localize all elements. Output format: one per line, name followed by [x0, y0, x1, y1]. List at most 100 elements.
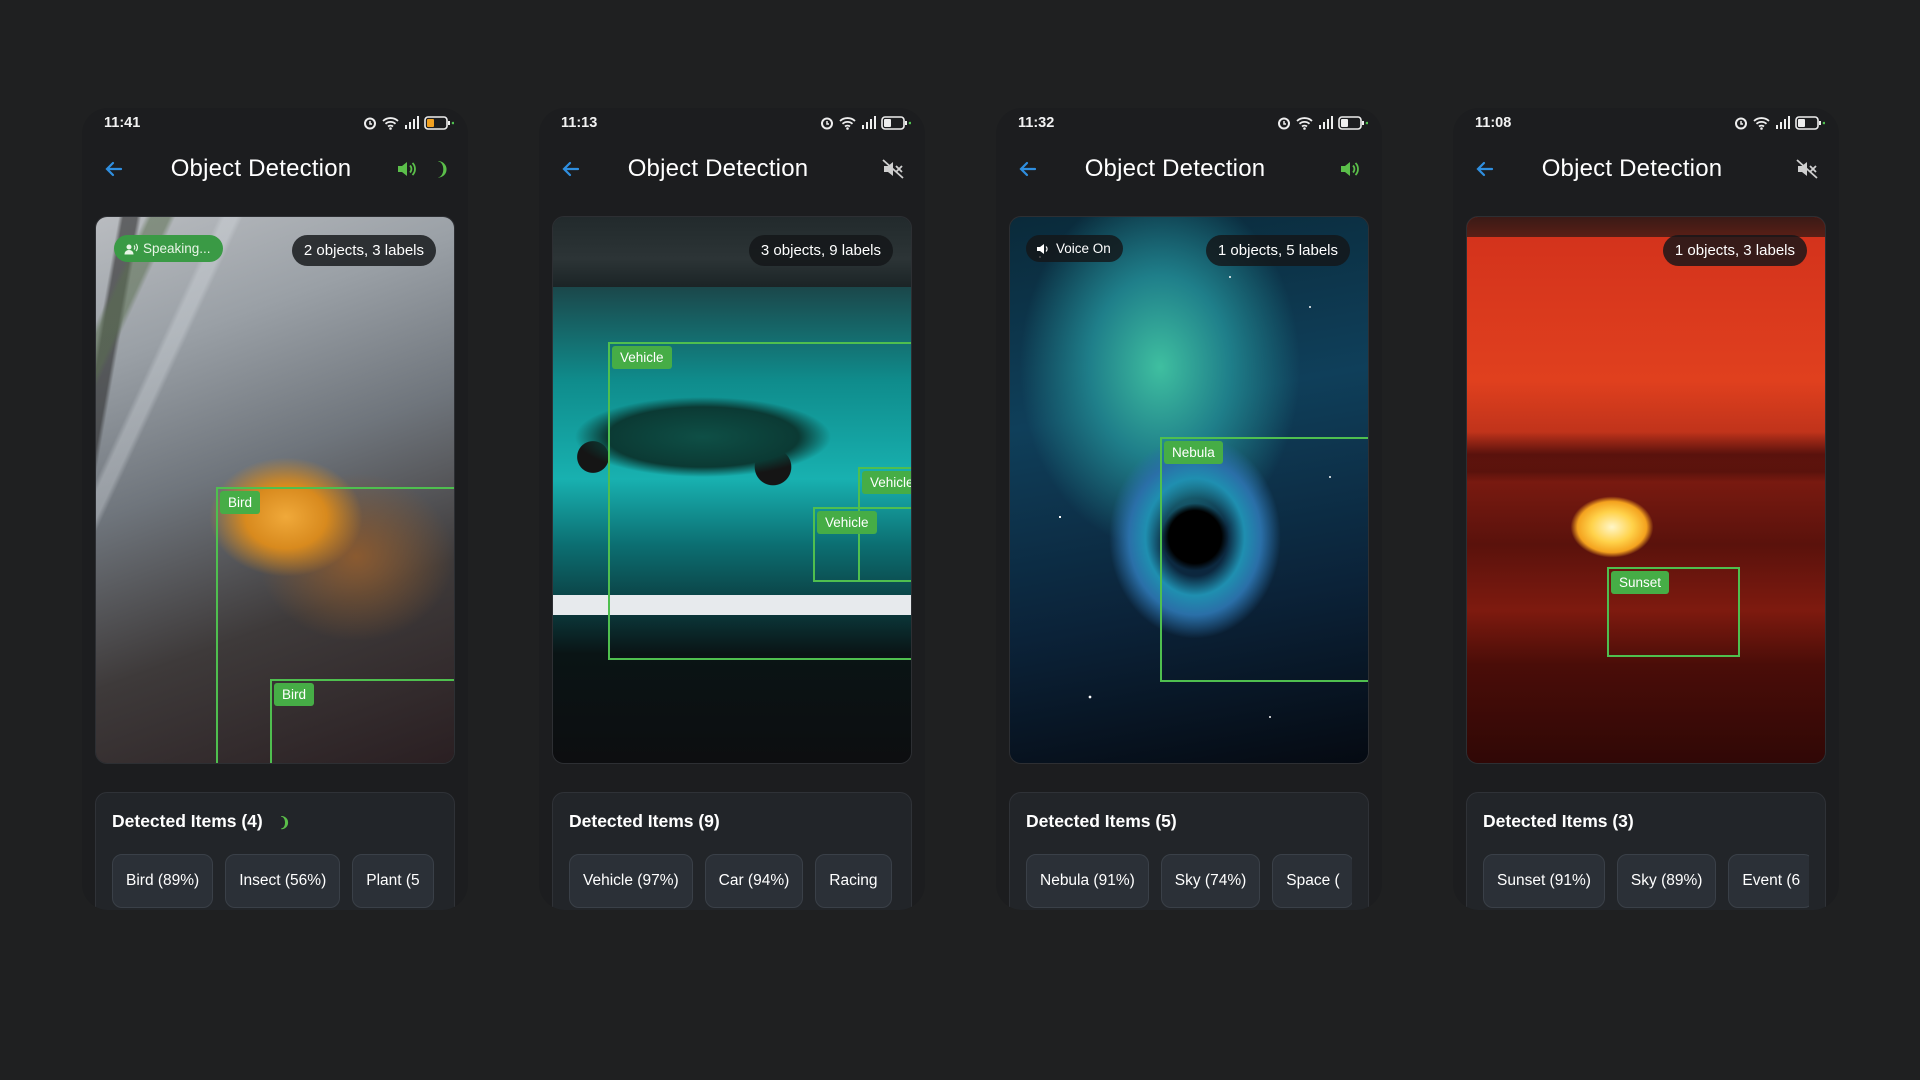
- bounding-box[interactable]: Sunset: [1607, 567, 1740, 657]
- bounding-box-label: Vehicle: [817, 511, 877, 534]
- alarm-icon: [1278, 117, 1290, 130]
- detection-summary-badge: 3 objects, 9 labels: [748, 235, 893, 266]
- status-icons: [820, 116, 911, 130]
- phone-screen-3: 11:32 Object Detection Voice On 1 object…: [996, 108, 1382, 910]
- detected-items-list[interactable]: Nebula (91%) Sky (74%) Space (: [1026, 854, 1352, 908]
- status-time: 11:32: [1018, 115, 1055, 131]
- detected-item-chip[interactable]: Racing: [815, 854, 892, 908]
- detection-summary-badge: 1 objects, 5 labels: [1205, 235, 1350, 266]
- detected-items-panel: Detected Items (5) Nebula (91%) Sky (74%…: [1009, 792, 1369, 910]
- detected-item-chip[interactable]: Plant (5: [352, 854, 434, 908]
- status-time: 11:13: [561, 115, 598, 131]
- bounding-box[interactable]: Vehicle: [813, 507, 911, 582]
- bounding-box-label: Bird: [274, 683, 315, 706]
- detected-item-chip[interactable]: Sky (74%): [1160, 854, 1261, 908]
- bounding-box-label: Bird: [220, 491, 261, 514]
- wifi-icon: [1296, 117, 1313, 130]
- status-bar: 11:41: [82, 108, 468, 138]
- detected-items-title: Detected Items (4): [112, 811, 263, 831]
- speaker-toggle-button[interactable]: [1336, 155, 1364, 183]
- battery-icon: [424, 116, 454, 130]
- camera-preview: 3 objects, 9 labels Vehicle Vehicle Vehi…: [552, 216, 912, 764]
- phone-screen-1: 11:41 Object Detection ❩ Speaking... 2 o…: [82, 108, 468, 910]
- status-bar: 11:08: [1453, 108, 1839, 138]
- detected-item-chip[interactable]: Sunset (91%): [1483, 854, 1605, 908]
- back-button[interactable]: [1014, 155, 1042, 183]
- detection-summary-badge: 2 objects, 3 labels: [291, 235, 436, 266]
- bounding-box-label: Sunset: [1611, 571, 1670, 594]
- bounding-box[interactable]: Bird: [270, 679, 454, 763]
- bounding-box-label: Vehicle: [862, 471, 911, 494]
- speaking-person-icon: [124, 243, 138, 254]
- battery-icon: [1338, 116, 1368, 130]
- status-icons: [363, 116, 454, 130]
- speaker-on-icon: [1341, 162, 1359, 176]
- speaker-toggle-button[interactable]: [1793, 155, 1821, 183]
- page-title: Object Detection: [627, 155, 809, 182]
- detected-items-title: Detected Items (9): [569, 811, 720, 831]
- back-button[interactable]: [1471, 155, 1499, 183]
- battery-icon: [881, 116, 911, 130]
- bounding-box[interactable]: Nebula: [1160, 437, 1368, 682]
- wifi-icon: [1753, 117, 1770, 130]
- detected-items-panel: Detected Items (4) ❩ Bird (89%) Insect (…: [95, 792, 455, 910]
- back-arrow-icon: [1019, 161, 1037, 177]
- back-arrow-icon: [105, 161, 123, 177]
- speaker-small-icon: [1037, 243, 1048, 254]
- speaking-indicator-icon: ❩: [278, 813, 291, 830]
- detected-item-chip[interactable]: Nebula (91%): [1026, 854, 1149, 908]
- detected-items-list[interactable]: Bird (89%) Insect (56%) Plant (5: [112, 854, 438, 908]
- detected-item-chip[interactable]: Car (94%): [704, 854, 804, 908]
- speaker-on-icon: [398, 162, 417, 176]
- detected-items-list[interactable]: Vehicle (97%) Car (94%) Racing: [569, 854, 895, 908]
- speaking-indicator-icon: ❩: [434, 159, 450, 179]
- alarm-icon: [1735, 117, 1747, 130]
- detected-item-chip[interactable]: Sky (89%): [1616, 854, 1717, 908]
- detected-item-chip[interactable]: Bird (89%): [112, 854, 214, 908]
- back-button[interactable]: [100, 155, 128, 183]
- camera-preview: Speaking... 2 objects, 3 labels Bird Bir…: [95, 216, 455, 764]
- detected-items-panel: Detected Items (9) Vehicle (97%) Car (94…: [552, 792, 912, 910]
- detected-item-chip[interactable]: Vehicle (97%): [569, 854, 693, 908]
- signal-icon: [405, 116, 419, 129]
- speaker-toggle-button[interactable]: [394, 155, 421, 183]
- speaking-label: Speaking...: [143, 241, 211, 256]
- voice-status-pill: Voice On: [1026, 235, 1123, 262]
- camera-preview: 1 objects, 3 labels Sunset: [1466, 216, 1826, 764]
- page-title: Object Detection: [1541, 155, 1723, 182]
- speaker-muted-icon: [882, 159, 904, 179]
- battery-icon: [1795, 116, 1825, 130]
- status-time: 11:41: [104, 115, 141, 131]
- alarm-icon: [821, 117, 833, 130]
- phone-screen-2: 11:13 Object Detection 3 objects, 9 labe…: [539, 108, 925, 910]
- speaker-toggle-button[interactable]: [879, 155, 907, 183]
- detected-items-list[interactable]: Sunset (91%) Sky (89%) Event (6: [1483, 854, 1809, 908]
- speaking-status-pill: Speaking...: [114, 235, 223, 262]
- phone-screen-4: 11:08 Object Detection 1 objects, 3 labe…: [1453, 108, 1839, 910]
- wifi-icon: [382, 117, 399, 130]
- detected-items-title: Detected Items (5): [1026, 811, 1177, 831]
- voice-on-label: Voice On: [1056, 241, 1111, 256]
- back-arrow-icon: [1476, 161, 1494, 177]
- detection-summary-badge: 1 objects, 3 labels: [1662, 235, 1807, 266]
- detected-item-chip[interactable]: Event (6: [1728, 854, 1809, 908]
- app-bar: Object Detection: [996, 138, 1382, 200]
- detected-items-title: Detected Items (3): [1483, 811, 1634, 831]
- alarm-icon: [364, 117, 376, 130]
- bounding-box-label: Vehicle: [612, 346, 672, 369]
- back-button[interactable]: [557, 155, 585, 183]
- detected-item-chip[interactable]: Insect (56%): [225, 854, 341, 908]
- wifi-icon: [839, 117, 856, 130]
- back-arrow-icon: [562, 161, 580, 177]
- page-title: Object Detection: [170, 155, 352, 182]
- camera-preview: Voice On 1 objects, 5 labels Nebula: [1009, 216, 1369, 764]
- status-bar: 11:13: [539, 108, 925, 138]
- bounding-box-label: Nebula: [1164, 441, 1223, 464]
- app-bar: Object Detection ❩: [82, 138, 468, 200]
- cloud-band: [1467, 432, 1825, 482]
- app-bar: Object Detection: [1453, 138, 1839, 200]
- detected-item-chip[interactable]: Space (: [1272, 854, 1352, 908]
- app-bar: Object Detection: [539, 138, 925, 200]
- detected-items-panel: Detected Items (3) Sunset (91%) Sky (89%…: [1466, 792, 1826, 910]
- status-icons: [1277, 116, 1368, 130]
